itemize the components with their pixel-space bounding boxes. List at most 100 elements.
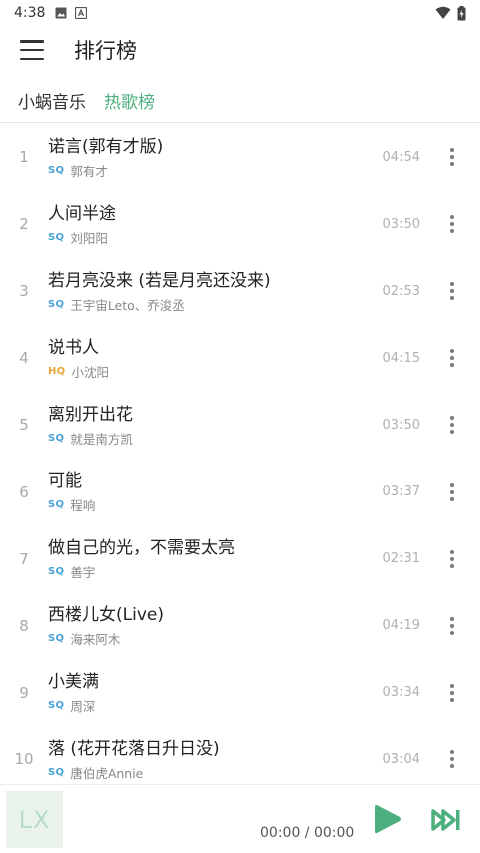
- song-row[interactable]: 5 离别开出花 SQ 就是南方凯 03:50: [0, 392, 480, 459]
- song-row[interactable]: 10 落 (花开花落日升日没) SQ 唐伯虎Annie 03:04: [0, 726, 480, 784]
- song-title: 诺言(郭有才版): [48, 136, 164, 157]
- song-artist: 海来阿木: [70, 632, 121, 648]
- song-meta: HQ 小沈阳: [48, 362, 350, 381]
- song-index: 3: [19, 282, 29, 301]
- song-artist: 善宇: [70, 565, 96, 581]
- song-index: 9: [19, 683, 29, 702]
- menu-icon-line: [20, 57, 44, 60]
- song-index: 10: [14, 750, 34, 769]
- battery-icon: [457, 5, 466, 20]
- album-cover[interactable]: LX: [6, 791, 63, 848]
- more-options-button[interactable]: [442, 744, 462, 774]
- status-time: 4:38: [14, 5, 46, 21]
- song-artist: 就是南方凯: [70, 431, 133, 447]
- quality-badge: HQ: [48, 365, 66, 377]
- song-meta: SQ 刘阳阳: [48, 228, 350, 247]
- song-index: 2: [19, 215, 29, 234]
- quality-badge: SQ: [48, 499, 65, 511]
- more-options-button[interactable]: [442, 477, 462, 507]
- song-artist: 郭有才: [70, 163, 108, 179]
- song-duration: 03:34: [382, 685, 420, 701]
- more-options-button[interactable]: [442, 544, 462, 574]
- song-duration: 03:04: [382, 751, 420, 767]
- more-options-button[interactable]: [442, 611, 462, 641]
- song-duration: 03:50: [382, 417, 420, 433]
- song-index: 8: [19, 616, 29, 635]
- next-track-icon[interactable]: [430, 807, 462, 833]
- song-meta: SQ 周深: [48, 696, 350, 715]
- song-artist: 周深: [70, 699, 96, 715]
- source-tab-hot-chart[interactable]: 热歌榜: [104, 88, 155, 113]
- playback-time: 00:00 / 00:00: [260, 825, 355, 841]
- more-options-button[interactable]: [442, 410, 462, 440]
- quality-badge: SQ: [48, 298, 65, 310]
- quality-badge: SQ: [48, 566, 65, 578]
- source-selector: 小蜗音乐 热歌榜: [0, 82, 480, 118]
- song-artist: 王宇宙Leto、乔浚丞: [70, 297, 185, 313]
- source-tab-music[interactable]: 小蜗音乐: [18, 88, 86, 113]
- song-duration: 02:53: [382, 283, 420, 299]
- quality-badge: SQ: [48, 700, 65, 712]
- image-notification-icon: [55, 7, 67, 19]
- song-meta: SQ 程响: [48, 495, 350, 514]
- song-index: 5: [19, 416, 29, 434]
- song-artist: 程响: [70, 498, 96, 514]
- song-info: 西楼儿女(Live) SQ 海来阿木: [48, 603, 350, 648]
- song-artist: 刘阳阳: [70, 230, 108, 246]
- song-title: 做自己的光，不需要太亮: [48, 538, 235, 559]
- song-info: 可能 SQ 程响: [48, 469, 350, 514]
- song-info: 人间半途 SQ 刘阳阳: [48, 202, 350, 247]
- app-bar: 排行榜: [0, 26, 480, 74]
- song-meta: SQ 善宇: [48, 562, 350, 581]
- song-title: 可能: [48, 471, 82, 492]
- wifi-icon: [435, 6, 451, 19]
- song-meta: SQ 唐伯虎Annie: [48, 763, 350, 782]
- player-bar: LX 00:00 / 00:00: [0, 784, 480, 853]
- song-title: 人间半途: [48, 203, 116, 224]
- song-row[interactable]: 7 做自己的光，不需要太亮 SQ 善宇 02:31: [0, 525, 480, 592]
- song-meta: SQ 海来阿木: [48, 629, 350, 648]
- app-notification-icon: [75, 7, 88, 19]
- song-duration: 04:54: [382, 149, 420, 165]
- song-artist: 唐伯虎Annie: [70, 765, 144, 781]
- song-row[interactable]: 8 西楼儿女(Live) SQ 海来阿木 04:19: [0, 592, 480, 659]
- more-options-button[interactable]: [442, 343, 462, 373]
- menu-button[interactable]: [20, 40, 44, 60]
- more-options-button[interactable]: [442, 276, 462, 306]
- song-row[interactable]: 3 若月亮没来 (若是月亮还没来) SQ 王宇宙Leto、乔浚丞 02:53: [0, 258, 480, 325]
- menu-icon-line: [20, 48, 44, 52]
- song-row[interactable]: 4 说书人 HQ 小沈阳 04:15: [0, 325, 480, 392]
- status-bar: 4:38: [0, 0, 480, 26]
- song-info: 落 (花开花落日升日没) SQ 唐伯虎Annie: [48, 737, 350, 782]
- song-info: 离别开出花 SQ 就是南方凯: [48, 403, 350, 448]
- quality-badge: SQ: [48, 633, 65, 645]
- song-info: 小美满 SQ 周深: [48, 670, 350, 715]
- song-index: 7: [19, 549, 29, 568]
- song-title: 离别开出花: [48, 404, 133, 425]
- song-row[interactable]: 6 可能 SQ 程响 03:37: [0, 458, 480, 525]
- more-options-button[interactable]: [442, 678, 462, 708]
- song-duration: 04:19: [382, 618, 420, 634]
- song-duration: 03:37: [382, 484, 420, 500]
- divider: [0, 122, 480, 123]
- song-title: 说书人: [48, 337, 99, 358]
- song-info: 诺言(郭有才版) SQ 郭有才: [48, 135, 350, 180]
- song-duration: 03:50: [382, 216, 420, 232]
- more-options-button[interactable]: [442, 209, 462, 239]
- song-row[interactable]: 1 诺言(郭有才版) SQ 郭有才 04:54: [0, 124, 480, 191]
- song-title: 落 (花开花落日升日没): [48, 738, 220, 759]
- quality-badge: SQ: [48, 766, 65, 778]
- song-row[interactable]: 9 小美满 SQ 周深 03:34: [0, 659, 480, 726]
- song-title: 小美满: [48, 672, 99, 693]
- song-duration: 02:31: [382, 551, 420, 567]
- song-list[interactable]: 1 诺言(郭有才版) SQ 郭有才 04:54 2 人间半途 SQ 刘阳阳 03…: [0, 124, 480, 784]
- play-icon[interactable]: [373, 802, 403, 836]
- song-info: 说书人 HQ 小沈阳: [48, 336, 350, 381]
- page-title: 排行榜: [74, 39, 137, 63]
- more-options-button[interactable]: [442, 142, 462, 172]
- song-meta: SQ 郭有才: [48, 161, 350, 180]
- song-index: 1: [19, 148, 29, 167]
- song-artist: 小沈阳: [71, 364, 109, 380]
- song-row[interactable]: 2 人间半途 SQ 刘阳阳 03:50: [0, 191, 480, 258]
- status-right-group: [435, 5, 466, 21]
